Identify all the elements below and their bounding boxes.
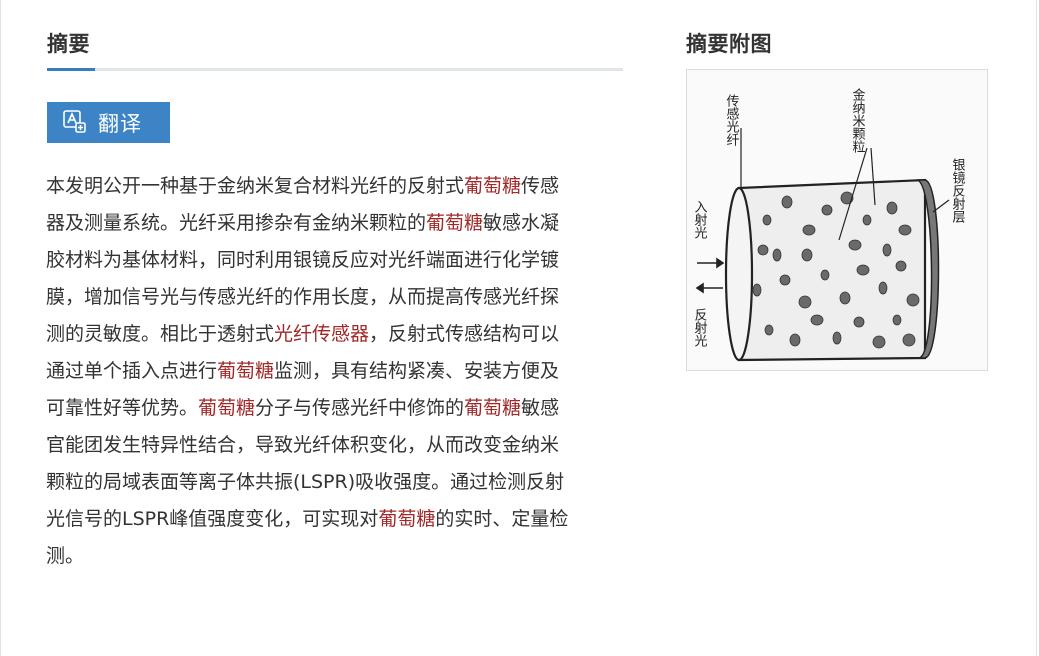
gold-particle <box>878 281 888 295</box>
keyword-link[interactable]: 葡萄糖 <box>464 397 521 419</box>
gold-particle <box>821 204 833 216</box>
gold-particle <box>802 224 816 236</box>
keyword-link[interactable]: 葡萄糖 <box>217 360 274 382</box>
abstract-line: 可靠性好等优势。葡萄糖分子与传感光纤中修饰的葡萄糖敏感 <box>46 390 626 427</box>
gold-particle <box>764 324 774 336</box>
sensing-fiber-label: 传感光纤 <box>724 94 740 146</box>
abstract-line: 测。 <box>46 538 626 575</box>
gold-particle <box>820 269 830 281</box>
abstract-text-segment: 敏感水凝 <box>483 212 560 234</box>
abstract-text-segment: 可靠性好等优势。 <box>46 397 199 419</box>
abstract-text-segment: 胶材料为基体材料，同时利用银镜反应对光纤端面进行化学镀 <box>46 249 560 271</box>
abstract-line: 本发明公开一种基于金纳米复合材料光纤的反射式葡萄糖传感 <box>46 168 626 205</box>
abstract-line: 测的灵敏度。相比于透射式光纤传感器，反射式传感结构可以 <box>46 316 626 353</box>
keyword-link[interactable]: 葡萄糖 <box>198 397 255 419</box>
keyword-link[interactable]: 葡萄糖 <box>464 175 521 197</box>
abstract-text-segment: 光信号的LSPR峰值强度变化，可实现对 <box>46 508 379 530</box>
gold-particle <box>757 244 769 256</box>
gold-particle <box>895 260 907 272</box>
abstract-line: 胶材料为基体材料，同时利用银镜反应对光纤端面进行化学镀 <box>46 242 626 279</box>
abstract-text-segment: 通过单个插入点进行 <box>46 360 218 382</box>
gold-particle <box>772 248 782 262</box>
gold-particle <box>839 291 851 305</box>
gold-particle <box>810 314 824 326</box>
gold-particle <box>892 314 902 326</box>
keyword-link[interactable]: 葡萄糖 <box>426 212 483 234</box>
abstract-text-segment: 传感 <box>521 175 560 197</box>
abstract-text-segment: 测。 <box>46 545 85 567</box>
gold-particle <box>789 333 801 347</box>
gold-particle <box>832 331 842 345</box>
gold-particle <box>798 295 812 309</box>
abstract-text-segment: 测的灵敏度。相比于透射式 <box>46 323 275 345</box>
heading-accent-bar <box>47 68 95 71</box>
abstract-text-segment: 监测，具有结构紧凑、安装方便及 <box>274 360 560 382</box>
gold-particle <box>781 195 793 209</box>
silver-layer-label: 银镜反射层 <box>950 158 966 224</box>
figure-heading: 摘要附图 <box>686 32 772 56</box>
gold-particle <box>886 201 898 215</box>
gold-particle <box>898 224 912 236</box>
keyword-link[interactable]: 葡萄糖 <box>378 508 435 530</box>
abstract-line: 光信号的LSPR峰值强度变化，可实现对葡萄糖的实时、定量检 <box>46 501 626 538</box>
abstract-line: 通过单个插入点进行葡萄糖监测，具有结构紧凑、安装方便及 <box>46 353 626 390</box>
reflected-light-label: 反射光 <box>692 308 708 347</box>
abstract-line: 官能团发生特异性结合，导致光纤体积变化，从而改变金纳米 <box>46 427 626 464</box>
abstract-text-segment: 的实时、定量检 <box>435 508 569 530</box>
abstract-line: 膜，增加信号光与传感光纤的作用长度，从而提高传感光纤探 <box>46 279 626 316</box>
abstract-heading: 摘要 <box>47 32 90 56</box>
gold-particle <box>848 239 862 251</box>
abstract-text-segment: 器及测量系统。光纤采用掺杂有金纳米颗粒的 <box>46 212 427 234</box>
incident-light-label: 入射光 <box>692 200 708 239</box>
abstract-text-segment: ，反射式传感结构可以 <box>369 323 560 345</box>
abstract-line: 器及测量系统。光纤采用掺杂有金纳米颗粒的葡萄糖敏感水凝 <box>46 205 626 242</box>
translate-label: 翻译 <box>98 111 142 136</box>
abstract-text-segment: 颗粒的局域表面等离子体共振(LSPR)吸收强度。通过检测反射 <box>46 471 565 493</box>
fiber-diagram: 传感光纤 金纳米颗粒 银镜反射层 入射光 反射光 <box>687 70 987 370</box>
abstract-line: 颗粒的局域表面等离子体共振(LSPR)吸收强度。通过检测反射 <box>46 464 626 501</box>
gold-particles-label: 金纳米颗粒 <box>850 87 866 153</box>
abstract-text-segment: 敏感 <box>521 397 560 419</box>
abstract-body: 本发明公开一种基于金纳米复合材料光纤的反射式葡萄糖传感 器及测量系统。光纤采用掺杂… <box>46 168 626 575</box>
fiber-end-face <box>724 186 754 362</box>
gold-particle <box>872 335 886 349</box>
translate-button[interactable]: 翻译 <box>47 102 170 143</box>
gold-particle <box>906 293 920 307</box>
abstract-text-segment: 官能团发生特异性结合，导致光纤体积变化，从而改变金纳米 <box>46 434 560 456</box>
abstract-text-segment: 分子与传感光纤中修饰的 <box>255 397 465 419</box>
abstract-figure[interactable]: 传感光纤 金纳米颗粒 银镜反射层 入射光 反射光 <box>686 69 988 371</box>
gold-particle <box>801 248 813 262</box>
abstract-text-segment: 膜，增加信号光与传感光纤的作用长度，从而提高传感光纤探 <box>46 286 560 308</box>
keyword-link[interactable]: 光纤传感器 <box>274 323 369 345</box>
translate-icon <box>62 109 86 137</box>
gold-particle <box>882 243 892 257</box>
gold-particle <box>752 283 762 297</box>
gold-particle <box>779 274 791 286</box>
gold-particle <box>853 316 865 328</box>
gold-particle <box>862 214 872 226</box>
heading-divider <box>47 68 623 71</box>
abstract-text-segment: 本发明公开一种基于金纳米复合材料光纤的反射式 <box>46 175 465 197</box>
gold-particle <box>856 264 870 276</box>
gold-particle <box>902 333 916 347</box>
gold-particle <box>762 214 772 226</box>
